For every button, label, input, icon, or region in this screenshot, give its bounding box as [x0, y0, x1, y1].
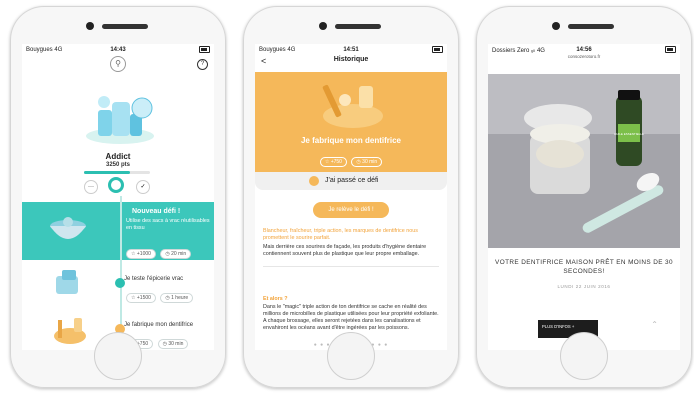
toothpaste-photo-image: HUILE ESSENTIELLE — [488, 74, 680, 248]
scroll-top-icon[interactable]: ⌃ — [651, 320, 658, 329]
pager-controls: ··· ✓ — [78, 177, 158, 195]
progress-bar — [84, 171, 150, 174]
status-bar: Bouygues 4G 14:43 — [22, 44, 214, 56]
challenge-hero: Je fabrique mon dentifrice ☆ +750 ◷ 30 m… — [255, 72, 447, 172]
duration-pill: ◷ 30 min — [157, 339, 189, 349]
new-challenge-text: Utilise des sacs à vrac réutilisables en… — [126, 218, 210, 231]
bottle-label: HUILE ESSENTIELLE — [614, 132, 644, 136]
screen-challenge-detail: Bouygues 4G 14:51 < Historique Je fabriq… — [255, 44, 447, 350]
article-date: LUNDI 22 JUIN 2016 — [557, 284, 611, 289]
status-bar: Bouygues 4G 14:51 — [255, 44, 447, 56]
speaker — [568, 24, 614, 29]
duration-pill: ◷ 1 heure — [160, 293, 194, 303]
bathroom-illustration-icon — [86, 96, 154, 144]
challenge-title: Je teste l'épicerie vrac — [124, 276, 184, 282]
points-pill: ☆ +1500 — [126, 293, 156, 303]
skip-check-icon — [309, 176, 319, 186]
battery-icon — [432, 46, 443, 55]
profile-points: 3250 pts — [105, 162, 130, 168]
toothpaste-illustration-icon — [322, 84, 383, 128]
clock: 14:51 — [343, 47, 359, 53]
home-button[interactable] — [94, 332, 142, 380]
more-button[interactable]: ··· — [84, 180, 98, 194]
article-title: VOTRE DENTIFRICE MAISON PRÊT EN MOINS DE… — [495, 259, 673, 275]
new-challenge-pills: ☆ +1000 ◷ 20 min — [126, 242, 192, 260]
hero-title: Je fabrique mon dentifrice — [300, 136, 402, 145]
url-bar[interactable]: consozerotoro.fr — [488, 54, 680, 59]
accept-challenge-button[interactable]: Je relève le défi ! — [313, 202, 389, 218]
duration-pill: ◷ 20 min — [160, 249, 192, 259]
body-text-2: Dans le "magic" triple action de ton den… — [263, 304, 439, 331]
phone-2: Bouygues 4G 14:51 < Historique Je fabriq… — [243, 6, 459, 388]
toothpaste-icon — [54, 318, 86, 344]
bowl-icon — [50, 217, 86, 239]
challenge-title: Je fabrique mon dentifrice — [124, 322, 194, 328]
phone-3: Dossiers Zero ᵤₗₗ 4G 14:56 consozerotoro… — [476, 6, 692, 388]
hero-pills: ☆ +750 ◷ 30 min — [255, 150, 447, 168]
skip-label: J'ai passé ce défi — [325, 177, 379, 184]
speaker — [102, 24, 148, 29]
screen-article: Dossiers Zero ᵤₗₗ 4G 14:56 consozerotoro… — [488, 44, 680, 350]
intro-text: Blancheur, fraîcheur, triple action, les… — [263, 228, 418, 241]
camera — [552, 22, 560, 30]
section-title: Et alors ? — [263, 296, 288, 302]
medal-icon[interactable]: ⚲ — [110, 56, 126, 72]
points-pill: ☆ +750 — [319, 157, 347, 167]
challenge-pills: ☆ +1500 ◷ 1 heure — [126, 286, 194, 304]
battery-icon — [199, 46, 210, 55]
divider — [263, 266, 439, 267]
challenge-row-bulk[interactable]: Je teste l'épicerie vrac ☆ +1500 ◷ 1 heu… — [22, 264, 214, 304]
clock: 14:56 — [576, 47, 592, 53]
home-button[interactable] — [560, 332, 608, 380]
camera — [319, 22, 327, 30]
new-challenge-card[interactable]: Nouveau défi ! Utilise des sacs à vrac r… — [22, 202, 214, 260]
skip-challenge-row[interactable]: J'ai passé ce défi — [255, 172, 447, 190]
points-pill: ☆ +1000 — [126, 249, 156, 259]
clock: 14:43 — [110, 47, 126, 53]
nav-title: Historique — [333, 56, 369, 63]
grocery-icon — [56, 270, 78, 294]
home-button[interactable] — [327, 332, 375, 380]
check-button[interactable]: ✓ — [136, 180, 150, 194]
article-photo: HUILE ESSENTIELLE — [488, 74, 680, 248]
screen-profile: Bouygues 4G 14:43 ⚲ ? Addict 3250 pts ··… — [22, 44, 214, 350]
new-challenge-title: Nouveau défi ! — [132, 208, 181, 215]
profile-level: Addict — [105, 152, 131, 161]
help-icon[interactable]: ? — [197, 59, 208, 70]
body-text-1: Mais derrière ces sourires de façade, le… — [263, 244, 427, 257]
current-indicator[interactable] — [108, 177, 124, 193]
phone-1: Bouygues 4G 14:43 ⚲ ? Addict 3250 pts ··… — [10, 6, 226, 388]
duration-pill: ◷ 30 min — [351, 157, 383, 167]
speaker — [335, 24, 381, 29]
camera — [86, 22, 94, 30]
